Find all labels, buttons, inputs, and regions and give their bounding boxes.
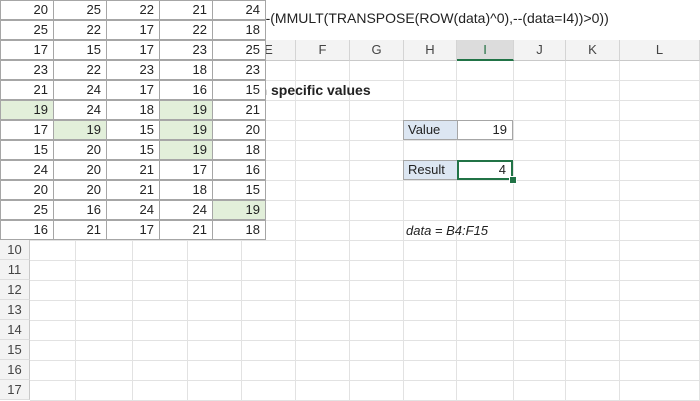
- gridline: [565, 61, 566, 400]
- column-header-I[interactable]: I: [457, 40, 514, 61]
- gridline: [403, 61, 404, 400]
- gridline: [619, 61, 620, 400]
- gridline: [30, 240, 700, 241]
- data-cell[interactable]: 19: [159, 100, 213, 120]
- result-cell[interactable]: 4: [457, 160, 513, 180]
- fill-handle[interactable]: [509, 176, 517, 184]
- gridline: [30, 320, 700, 321]
- data-cell[interactable]: 16: [212, 160, 266, 180]
- gridline: [349, 61, 350, 400]
- column-header-G[interactable]: G: [350, 40, 404, 61]
- data-cell[interactable]: 20: [212, 120, 266, 140]
- data-cell[interactable]: 25: [53, 0, 107, 20]
- result-label-cell[interactable]: Result: [403, 160, 458, 180]
- column-header-L[interactable]: L: [620, 40, 700, 61]
- column-header-F[interactable]: F: [296, 40, 350, 61]
- data-cell[interactable]: 20: [53, 160, 107, 180]
- row-header-12[interactable]: 12: [0, 280, 30, 300]
- data-cell[interactable]: 15: [106, 140, 160, 160]
- data-cell[interactable]: 23: [0, 60, 54, 80]
- data-cell[interactable]: 23: [212, 60, 266, 80]
- gridline: [513, 61, 514, 400]
- data-cell[interactable]: 18: [106, 100, 160, 120]
- data-cell[interactable]: 21: [106, 180, 160, 200]
- data-cell[interactable]: 25: [0, 20, 54, 40]
- data-cell[interactable]: 24: [0, 160, 54, 180]
- column-header-H[interactable]: H: [404, 40, 457, 61]
- data-cell[interactable]: 23: [106, 60, 160, 80]
- data-cell[interactable]: 24: [159, 200, 213, 220]
- data-cell[interactable]: 17: [0, 120, 54, 140]
- data-cell[interactable]: 18: [212, 140, 266, 160]
- data-cell[interactable]: 24: [106, 200, 160, 220]
- data-cell[interactable]: 16: [53, 200, 107, 220]
- data-cell[interactable]: 25: [212, 40, 266, 60]
- data-cell[interactable]: 17: [0, 40, 54, 60]
- data-cell[interactable]: 20: [0, 180, 54, 200]
- row-header-15[interactable]: 15: [0, 340, 30, 360]
- data-cell[interactable]: 24: [53, 80, 107, 100]
- data-cell[interactable]: 17: [106, 20, 160, 40]
- data-cell[interactable]: 19: [212, 200, 266, 220]
- row-header-17[interactable]: 17: [0, 380, 30, 400]
- row-header-14[interactable]: 14: [0, 320, 30, 340]
- data-cell[interactable]: 19: [159, 120, 213, 140]
- column-header-J[interactable]: J: [514, 40, 566, 61]
- value-input-cell[interactable]: 19: [457, 120, 513, 140]
- data-cell[interactable]: 21: [212, 100, 266, 120]
- named-range-note: data = B4:F15: [406, 223, 489, 238]
- data-cell[interactable]: 22: [159, 20, 213, 40]
- data-cell[interactable]: 21: [53, 220, 107, 240]
- data-cell[interactable]: 15: [106, 120, 160, 140]
- data-cell[interactable]: 17: [106, 80, 160, 100]
- data-cell[interactable]: 22: [53, 20, 107, 40]
- data-cell[interactable]: 20: [53, 180, 107, 200]
- data-cell[interactable]: 20: [53, 140, 107, 160]
- data-cell[interactable]: 18: [159, 60, 213, 80]
- gridline: [30, 300, 700, 301]
- data-cell[interactable]: 15: [212, 180, 266, 200]
- data-cell[interactable]: 16: [0, 220, 54, 240]
- row-header-16[interactable]: 16: [0, 360, 30, 380]
- data-cell[interactable]: 18: [212, 20, 266, 40]
- formula-input[interactable]: =SUM(--(MMULT(TRANSPOSE(ROW(data)^0),--(…: [217, 10, 609, 26]
- data-cell[interactable]: 21: [0, 80, 54, 100]
- data-cell[interactable]: 17: [106, 40, 160, 60]
- gridline: [30, 360, 700, 361]
- row-header-13[interactable]: 13: [0, 300, 30, 320]
- gridline: [30, 340, 700, 341]
- row-header-11[interactable]: 11: [0, 260, 30, 280]
- data-cell[interactable]: 20: [0, 0, 54, 20]
- data-cell[interactable]: 23: [159, 40, 213, 60]
- data-cell[interactable]: 22: [53, 60, 107, 80]
- data-cell[interactable]: 25: [0, 200, 54, 220]
- row-header-10[interactable]: 10: [0, 240, 30, 260]
- gridline: [30, 280, 700, 281]
- gridline: [295, 61, 296, 400]
- data-cell[interactable]: 21: [106, 160, 160, 180]
- data-cell[interactable]: 15: [53, 40, 107, 60]
- data-cell[interactable]: 18: [159, 180, 213, 200]
- data-cell[interactable]: 22: [106, 0, 160, 20]
- data-cell[interactable]: 15: [212, 80, 266, 100]
- data-cell[interactable]: 16: [159, 80, 213, 100]
- data-cell[interactable]: 24: [212, 0, 266, 20]
- data-cell[interactable]: 19: [0, 100, 54, 120]
- data-cell[interactable]: 18: [212, 220, 266, 240]
- column-header-K[interactable]: K: [566, 40, 620, 61]
- data-cell[interactable]: 19: [53, 120, 107, 140]
- data-cell[interactable]: 17: [159, 160, 213, 180]
- data-cell[interactable]: 21: [159, 220, 213, 240]
- data-cell[interactable]: 24: [53, 100, 107, 120]
- data-cell[interactable]: 19: [159, 140, 213, 160]
- data-cell[interactable]: 21: [159, 0, 213, 20]
- value-label-cell[interactable]: Value: [403, 120, 458, 140]
- data-cell[interactable]: 15: [0, 140, 54, 160]
- gridline: [30, 260, 700, 261]
- gridline: [30, 380, 700, 381]
- data-cell[interactable]: 17: [106, 220, 160, 240]
